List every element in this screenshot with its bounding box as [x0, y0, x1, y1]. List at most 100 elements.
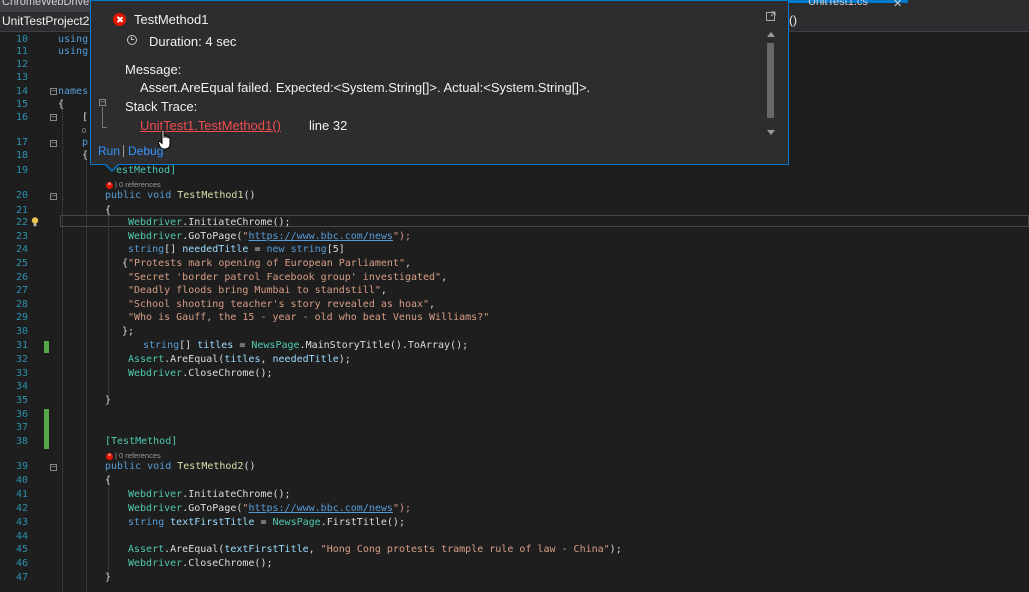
line-number: 20 — [15, 190, 28, 201]
code-line-19: estMethod] — [116, 165, 177, 176]
code-line-20: public void TestMethod1() — [105, 190, 256, 201]
scroll-down-icon[interactable] — [767, 130, 775, 135]
codelens-fragment: 0 — [82, 126, 87, 135]
code-line-42: Webdriver.GoToPage("https://www.bbc.com/… — [128, 503, 411, 514]
url-link[interactable]: https://www.bbc.com/news — [248, 503, 393, 514]
line-number: 26 — [15, 272, 28, 283]
line-number: 36 — [15, 409, 28, 420]
line-number: 32 — [15, 354, 28, 365]
lightbulb-icon[interactable] — [31, 217, 39, 227]
code-line-46: Webdriver.CloseChrome(); — [128, 558, 273, 569]
code-line-17: p — [82, 137, 89, 148]
code-line-45: Assert.AreEqual(textFirstTitle, "Hong Co… — [128, 544, 622, 555]
line-number: 43 — [15, 517, 28, 528]
collapse-toggle[interactable]: − — [99, 99, 106, 106]
code-line-47: } — [105, 572, 112, 583]
code-line-30: }; — [122, 326, 135, 337]
code-line-25: {"Protests mark opening of European Parl… — [122, 258, 412, 269]
line-number: 13 — [15, 72, 28, 83]
failed-test-icon — [113, 13, 126, 26]
link-separator — [123, 145, 124, 157]
code-line-41: Webdriver.InitiateChrome(); — [128, 489, 291, 500]
scroll-thumb[interactable] — [767, 43, 774, 118]
url-link[interactable]: https://www.bbc.com/news — [248, 231, 393, 242]
line-number: 17 — [15, 137, 28, 148]
run-test-link[interactable]: Run — [98, 144, 120, 158]
code-line-21: { — [105, 205, 112, 216]
change-bar — [44, 341, 49, 353]
fold-toggle[interactable]: − — [50, 88, 57, 95]
code-line-28: "School shooting teacher's story reveale… — [128, 299, 436, 310]
line-number: 18 — [15, 150, 28, 161]
line-number: 28 — [15, 299, 28, 310]
code-line-24: string[] neededTitle = new string[5] — [128, 244, 345, 255]
test-duration: Duration: 4 sec — [149, 34, 237, 49]
line-number: 30 — [15, 326, 28, 337]
indent-guide — [62, 101, 63, 592]
code-line-32: Assert.AreEqual(titles, neededTitle); — [128, 354, 351, 365]
failed-test-icon: × — [106, 181, 113, 189]
line-number: 44 — [15, 531, 28, 542]
codelens-references[interactable]: × | 0 references — [106, 451, 161, 461]
member-dropdown[interactable]: () — [789, 13, 797, 27]
line-number: 40 — [15, 475, 28, 486]
line-number: 14 — [15, 86, 28, 97]
code-line-29: "Who is Gauff, the 15 - year - old who b… — [128, 312, 490, 323]
line-number: 29 — [15, 312, 28, 323]
expand-icon[interactable] — [766, 11, 776, 21]
line-number: 39 — [15, 461, 28, 472]
line-number: 34 — [15, 381, 28, 392]
fold-toggle[interactable]: − — [50, 464, 57, 471]
code-line-11: using — [58, 46, 89, 57]
tree-connector — [102, 107, 107, 128]
code-line-33: Webdriver.CloseChrome(); — [128, 368, 273, 379]
clock-icon — [127, 35, 137, 45]
popup-scrollbar[interactable] — [764, 29, 776, 141]
tab-chromewebdriver[interactable]: ChromeWebDriver — [0, 0, 93, 12]
codelens-references[interactable]: × | 0 references — [106, 180, 161, 190]
test-result-popup: TestMethod1 Duration: 4 sec Message: Ass… — [90, 0, 789, 172]
tab-unittest1[interactable]: UnitTest1.cs — [808, 0, 868, 8]
line-number: 31 — [15, 340, 28, 351]
fold-toggle[interactable]: − — [50, 193, 57, 200]
line-number: 37 — [15, 422, 28, 433]
line-number: 16 — [15, 112, 28, 123]
code-line-39: public void TestMethod2() — [105, 461, 256, 472]
fold-toggle[interactable]: − — [50, 114, 57, 121]
code-line-23: Webdriver.GoToPage("https://www.bbc.com/… — [128, 231, 411, 242]
project-dropdown[interactable]: UnitTestProject2 — [2, 14, 89, 28]
line-number: 10 — [15, 34, 28, 45]
indent-guide — [86, 153, 87, 592]
code-line-15: { — [58, 99, 65, 110]
code-line-16: [ — [82, 112, 89, 123]
code-line-40: { — [105, 475, 112, 486]
fold-toggle[interactable]: − — [50, 140, 57, 147]
line-number: 38 — [15, 436, 28, 447]
line-number: 19 — [15, 165, 28, 176]
code-line-18: { — [82, 150, 89, 161]
close-tab-icon[interactable]: ✕ — [893, 0, 902, 10]
message-label: Message: — [125, 62, 182, 77]
stack-trace-label: Stack Trace: — [125, 99, 198, 114]
line-number: 46 — [15, 558, 28, 569]
error-message: Assert.AreEqual failed. Expected:<System… — [140, 80, 591, 95]
line-number: 45 — [15, 544, 28, 555]
line-number: 33 — [15, 368, 28, 379]
code-line-14: names — [58, 86, 89, 97]
failed-test-icon: × — [106, 452, 113, 460]
tab-label: ChromeWebDriver — [2, 0, 93, 8]
code-line-22: Webdriver.InitiateChrome(); — [128, 217, 291, 228]
line-number: 35 — [15, 395, 28, 406]
line-number: 21 — [15, 205, 28, 216]
line-number: 42 — [15, 503, 28, 514]
line-number: 11 — [15, 46, 28, 57]
line-number: 23 — [15, 231, 28, 242]
code-line-26: "Secret 'border patrol Facebook group' i… — [128, 272, 448, 283]
indent-guide — [108, 205, 109, 395]
line-number: 12 — [15, 59, 28, 70]
code-line-43: string textFirstTitle = NewsPage.FirstTi… — [128, 517, 405, 528]
scroll-up-icon[interactable] — [767, 32, 775, 37]
code-line-10: using — [58, 34, 89, 45]
indent-guide — [108, 477, 109, 575]
line-number: 24 — [15, 244, 28, 255]
